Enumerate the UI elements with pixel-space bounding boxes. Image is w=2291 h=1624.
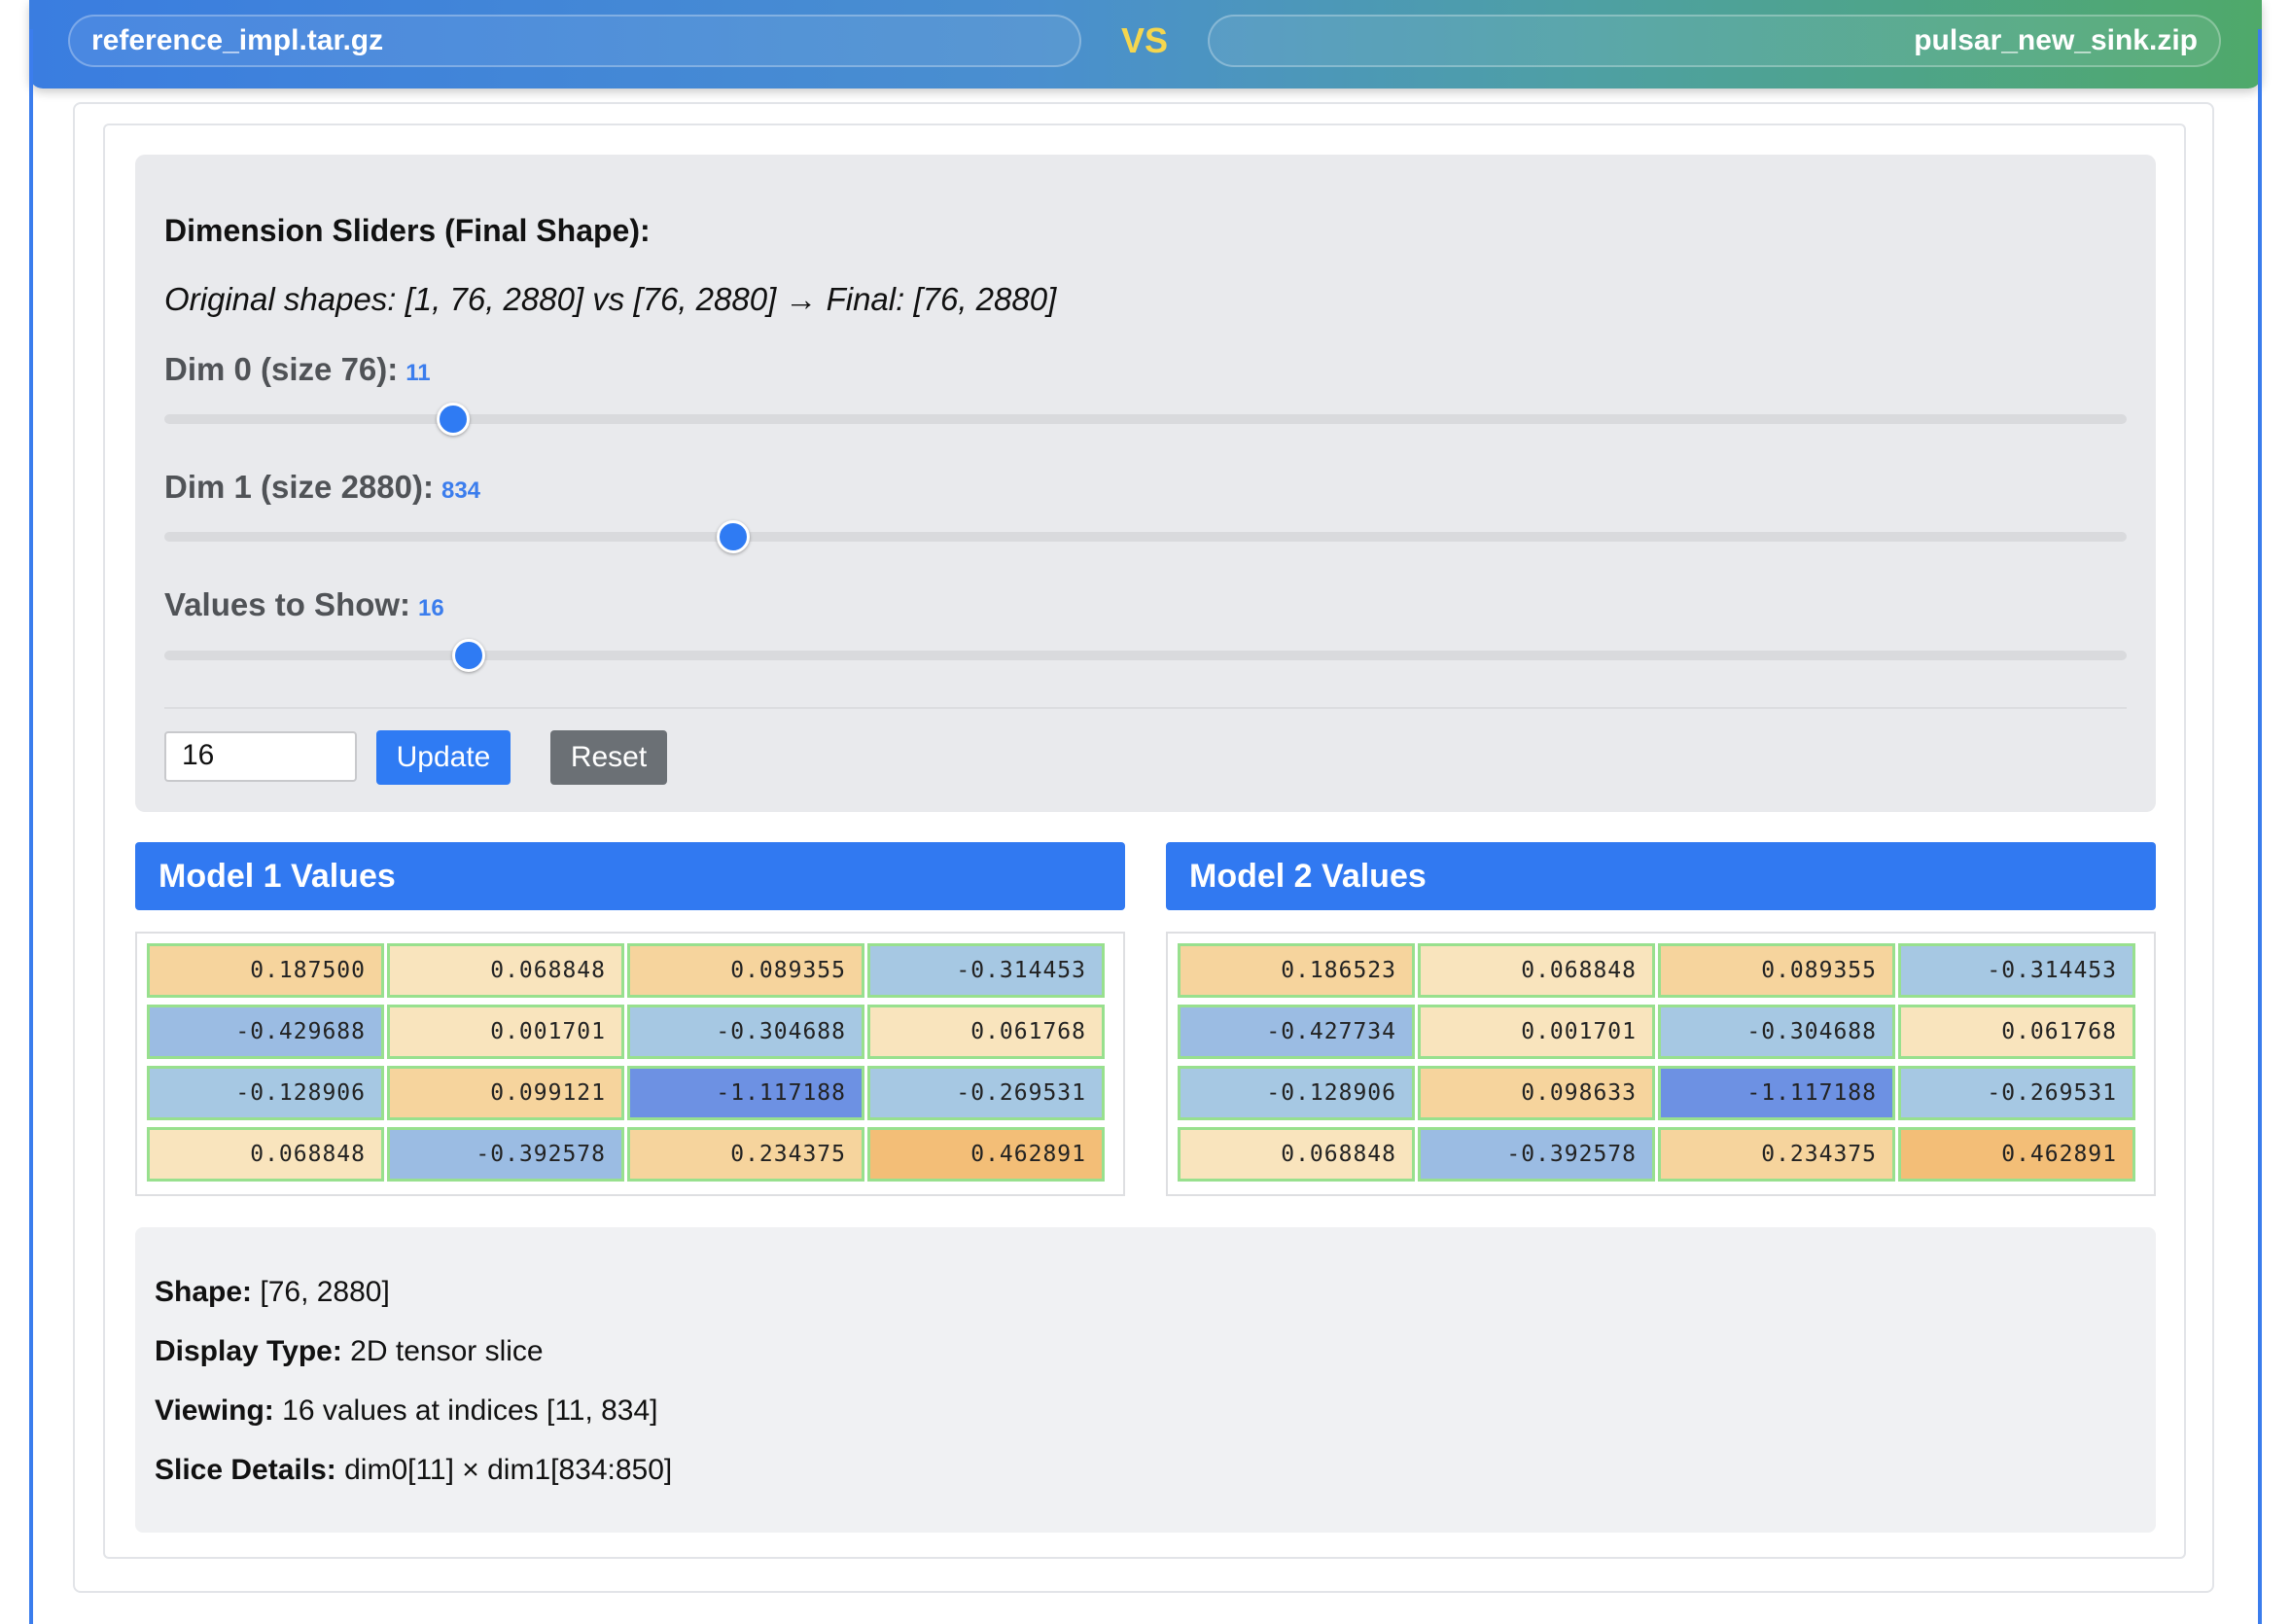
- shape-info-value: [76, 2880]: [252, 1276, 390, 1308]
- model2-value-cell: -0.427734: [1178, 1005, 1415, 1059]
- model1-value-cell: -0.392578: [387, 1127, 624, 1182]
- model2-value-cell: 0.098633: [1418, 1066, 1655, 1120]
- model1-value-cell: -0.429688: [147, 1005, 384, 1059]
- model1-value-cell: 0.234375: [627, 1127, 864, 1182]
- dim1-slider-track[interactable]: [164, 532, 2127, 542]
- slice-details-label: Slice Details:: [155, 1454, 336, 1486]
- values-to-show-label-text: Values to Show:: [164, 586, 411, 622]
- model1-value-cell: -1.117188: [627, 1066, 864, 1120]
- model1-value-cell: -0.304688: [627, 1005, 864, 1059]
- shape-info: Shape: [76, 2880]: [155, 1276, 390, 1309]
- dim0-label: Dim 0 (size 76): 11: [164, 351, 431, 388]
- model1-value-cell: 0.089355: [627, 943, 864, 998]
- viewing-label: Viewing:: [155, 1395, 274, 1427]
- display-type-label: Display Type:: [155, 1335, 342, 1367]
- values-count-input[interactable]: 16: [164, 731, 357, 782]
- dim1-slider-thumb[interactable]: [717, 520, 751, 553]
- model2-value-cell: -0.128906: [1178, 1066, 1415, 1120]
- reset-button[interactable]: Reset: [550, 730, 667, 785]
- model2-value-cell: -0.314453: [1898, 943, 2135, 998]
- dimension-controls: Dimension Sliders (Final Shape): Origina…: [135, 155, 2156, 812]
- dim1-label-text: Dim 1 (size 2880):: [164, 469, 434, 505]
- model2-value-cell: -0.392578: [1418, 1127, 1655, 1182]
- display-type-value: 2D tensor slice: [341, 1335, 544, 1367]
- controls-title: Dimension Sliders (Final Shape):: [164, 213, 651, 248]
- dim1-value: 834: [441, 477, 481, 504]
- model1-value-cell: 0.061768: [867, 1005, 1105, 1059]
- model2-value-cell: 0.089355: [1658, 943, 1895, 998]
- values-to-show-label: Values to Show: 16: [164, 586, 444, 623]
- model2-value-cell: -1.117188: [1658, 1066, 1895, 1120]
- viewing-info: Viewing: 16 values at indices [11, 834]: [155, 1395, 658, 1428]
- dim0-value: 11: [405, 360, 431, 386]
- model1-value-cell: 0.068848: [387, 943, 624, 998]
- model1-value-cell: 0.462891: [867, 1127, 1105, 1182]
- display-type-info: Display Type: 2D tensor slice: [155, 1335, 544, 1368]
- dim0-label-text: Dim 0 (size 76):: [164, 351, 399, 387]
- tensor-info-panel: Shape: [76, 2880] Display Type: 2D tenso…: [135, 1227, 2156, 1533]
- update-button[interactable]: Update: [376, 730, 511, 785]
- model1-value-cell: -0.314453: [867, 943, 1105, 998]
- viewing-value: 16 values at indices [11, 834]: [273, 1395, 658, 1427]
- model2-value-cell: -0.269531: [1898, 1066, 2135, 1120]
- model2-value-cell: -0.304688: [1658, 1005, 1895, 1059]
- model1-value-cell: 0.187500: [147, 943, 384, 998]
- model2-value-cell: 0.001701: [1418, 1005, 1655, 1059]
- slice-details-info: Slice Details: dim0[11] × dim1[834:850]: [155, 1454, 672, 1487]
- shape-info-label: Shape:: [155, 1276, 253, 1308]
- model2-value-cell: 0.061768: [1898, 1005, 2135, 1059]
- model1-value-cell: 0.068848: [147, 1127, 384, 1182]
- model1-value-cell: 0.001701: [387, 1005, 624, 1059]
- model2-value-cell: 0.068848: [1178, 1127, 1415, 1182]
- model1-header: Model 1 Values: [135, 842, 1125, 910]
- values-slider-thumb[interactable]: [451, 639, 485, 672]
- model2-value-cell: 0.462891: [1898, 1127, 2135, 1182]
- model2-value-cell: 0.234375: [1658, 1127, 1895, 1182]
- model1-values-grid: 0.187500 0.068848 0.089355 -0.314453 -0.4296…: [135, 932, 1125, 1196]
- model1-value-cell: -0.269531: [867, 1066, 1105, 1120]
- model1-value-cell: 0.099121: [387, 1066, 624, 1120]
- shapes-summary: Original shapes: [1, 76, 2880] vs [76, 2…: [164, 281, 1057, 317]
- model2-value-cell: 0.068848: [1418, 943, 1655, 998]
- model1-value-cell: -0.128906: [147, 1066, 384, 1120]
- model2-value-cell: 0.186523: [1178, 943, 1415, 998]
- controls-divider: [164, 707, 2127, 709]
- dim1-label: Dim 1 (size 2880): 834: [164, 469, 480, 506]
- dim0-slider-thumb[interactable]: [436, 403, 470, 436]
- slice-details-value: dim0[11] × dim1[834:850]: [335, 1454, 673, 1486]
- model2-values-grid: 0.186523 0.068848 0.089355 -0.314453 -0.4277…: [1166, 932, 2156, 1196]
- model2-header: Model 2 Values: [1166, 842, 2156, 910]
- values-to-show-value: 16: [418, 595, 444, 621]
